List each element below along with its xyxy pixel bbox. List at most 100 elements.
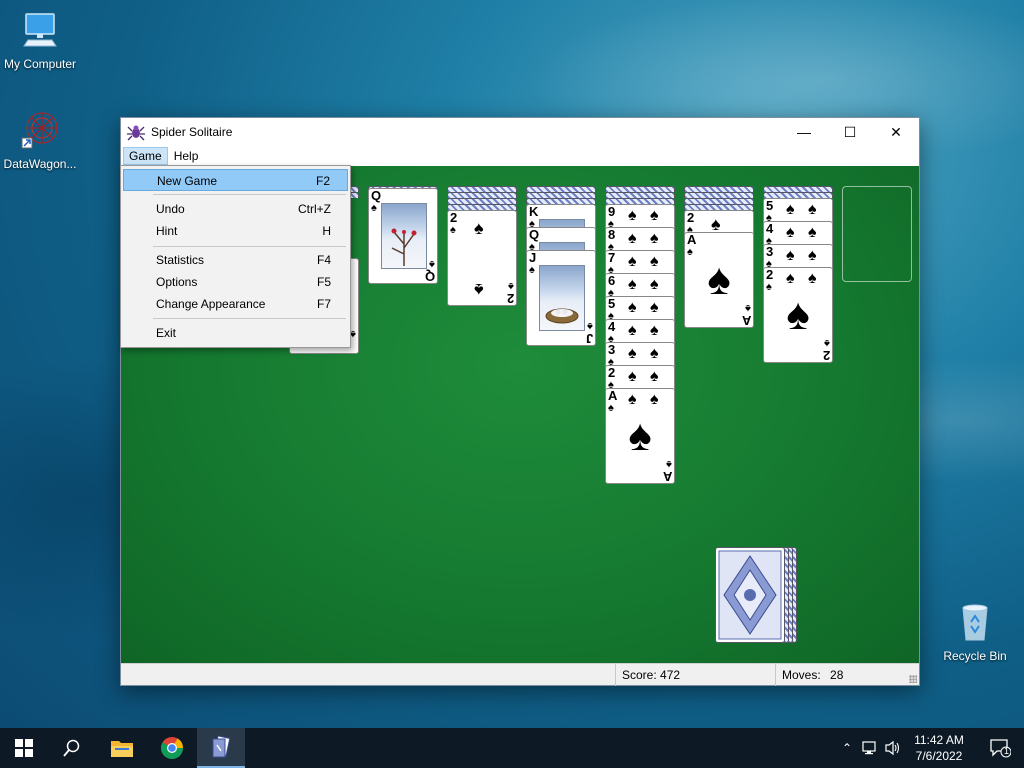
empty-column-slot[interactable]	[842, 186, 912, 282]
spade-icon: ♠	[628, 411, 652, 460]
solitaire-icon	[212, 735, 231, 758]
menu-item-label: Statistics	[156, 253, 205, 267]
menu-item-label: New Game	[157, 174, 218, 188]
spade-icon: ♠	[628, 391, 637, 408]
minimize-button[interactable]: —	[781, 118, 827, 146]
menu-item-label: Undo	[156, 202, 185, 216]
close-button[interactable]: ✕	[873, 118, 919, 146]
close-icon: ✕	[890, 123, 902, 140]
card-rank: Q	[371, 188, 382, 203]
card-rank: Q	[424, 269, 435, 284]
card-rank: 2	[608, 365, 616, 380]
card-rank: A	[662, 469, 672, 484]
menu-item-options[interactable]: Options F5	[123, 271, 348, 293]
card-rank: 4	[608, 319, 616, 334]
spade-icon: ♠	[808, 201, 817, 218]
taskbar-file-explorer[interactable]	[98, 728, 146, 768]
spade-icon: ♠	[786, 224, 795, 241]
spade-icon: ♠	[808, 270, 817, 287]
spade-icon: ♠	[766, 281, 772, 293]
card-rank: J	[529, 250, 537, 265]
spade-icon: ♠	[429, 258, 435, 270]
taskbar-spider-solitaire[interactable]	[197, 728, 245, 768]
card-rank: 5	[608, 296, 616, 311]
card-back-pattern	[718, 550, 782, 640]
spade-icon: ♠	[628, 345, 637, 362]
card-rank: 6	[608, 273, 616, 288]
card-rank: 8	[608, 227, 616, 242]
tableau-column-4-jack[interactable]: J ♠ J ♠	[526, 250, 596, 346]
desktop-icon-label: My Computer	[3, 57, 77, 71]
spade-icon: ♠	[650, 299, 659, 316]
network-icon[interactable]	[862, 740, 880, 756]
menu-item-label: Hint	[156, 224, 178, 238]
menu-item-new-game[interactable]: New Game F2	[123, 169, 348, 191]
start-button[interactable]	[0, 728, 48, 768]
spade-icon: ♠	[529, 264, 535, 276]
card-rank: 4	[766, 221, 774, 236]
spade-icon: ♠	[650, 230, 659, 247]
tableau-column-2-queen[interactable]: Q ♠ Q ♠	[368, 188, 438, 284]
maximize-button[interactable]: ☐	[827, 118, 873, 146]
spade-icon: ♠	[608, 402, 614, 414]
spade-icon: ♠	[628, 230, 637, 247]
tableau-col7-card[interactable]: 2 ♠ ♠ ♠ ♠ 2 ♠	[763, 267, 833, 363]
spade-icon: ♠	[650, 253, 659, 270]
folder-icon	[111, 741, 133, 757]
speaker-icon[interactable]	[884, 740, 902, 756]
menu-item-shortcut: F2	[315, 174, 330, 188]
desktop-icon-my-computer[interactable]: My Computer	[0, 10, 80, 71]
card-rank: 9	[608, 204, 616, 219]
menu-item-exit[interactable]: Exit	[123, 322, 348, 344]
spade-icon: ♠	[350, 328, 356, 340]
title-bar[interactable]: Spider Solitaire — ☐ ✕	[121, 118, 919, 146]
tableau-column-6-ace[interactable]: A ♠ ♠ A ♠	[684, 232, 754, 328]
menu-item-shortcut: F4	[316, 253, 331, 267]
jack-artwork	[539, 265, 585, 331]
moves-label: Moves:	[782, 668, 821, 682]
spade-icon: ♠	[666, 458, 672, 470]
chevron-up-icon[interactable]: ⌃	[838, 741, 856, 755]
card-rank: A	[741, 313, 751, 328]
menu-item-change-appearance[interactable]: Change Appearance F7	[123, 293, 348, 315]
queen-artwork	[381, 203, 427, 269]
stock-pile[interactable]	[715, 547, 785, 643]
spade-icon: ♠	[508, 280, 514, 292]
taskbar: ⌃ 11:42 AM 7/6/2022 1	[0, 728, 1024, 768]
search-button[interactable]	[48, 728, 96, 768]
taskbar-clock[interactable]: 11:42 AM 7/6/2022	[904, 732, 974, 764]
menu-item-label: Change Appearance	[156, 297, 266, 311]
tableau-col5-card[interactable]: A ♠ ♠ ♠ ♠ A ♠	[605, 388, 675, 484]
desktop-icon-datawagon[interactable]: DataWagon...	[0, 110, 80, 171]
spade-icon: ♠	[371, 202, 377, 214]
spade-icon: ♠	[628, 276, 637, 293]
menu-separator	[153, 194, 346, 195]
computer-icon	[23, 13, 57, 47]
tableau-column-3-two[interactable]: 2 ♠ ♠ ♠ 2 ♠	[447, 210, 517, 306]
spade-icon: ♠	[628, 322, 637, 339]
spade-icon: ♠	[745, 302, 751, 314]
spade-icon: ♠	[650, 322, 659, 339]
menu-help[interactable]: Help	[168, 147, 205, 165]
card-rank: K	[529, 204, 539, 219]
resize-grip[interactable]	[909, 675, 917, 683]
spade-icon: ♠	[824, 337, 830, 349]
card-rank: 3	[766, 244, 774, 259]
game-menu-dropdown: New Game F2 Undo Ctrl+Z Hint H Statistic…	[120, 165, 351, 348]
menu-item-undo[interactable]: Undo Ctrl+Z	[123, 198, 348, 220]
menu-item-shortcut: H	[322, 224, 331, 238]
menu-game[interactable]: Game	[123, 147, 168, 165]
desktop-icon-label: DataWagon...	[3, 157, 77, 171]
menu-item-statistics[interactable]: Statistics F4	[123, 249, 348, 271]
spade-icon: ♠	[650, 276, 659, 293]
spade-icon: ♠	[687, 246, 693, 258]
desktop-icon-recycle-bin[interactable]: Recycle Bin	[935, 602, 1015, 663]
taskbar-chrome[interactable]	[148, 728, 196, 768]
spade-icon: ♠	[786, 247, 795, 264]
menu-item-hint[interactable]: Hint H	[123, 220, 348, 242]
notification-center-button[interactable]: 1	[976, 728, 1024, 768]
desktop-icon-label: Recycle Bin	[943, 649, 1007, 663]
moves-value: 28	[830, 668, 844, 682]
menu-item-shortcut: F7	[316, 297, 331, 311]
spade-icon: ♠	[786, 201, 795, 218]
